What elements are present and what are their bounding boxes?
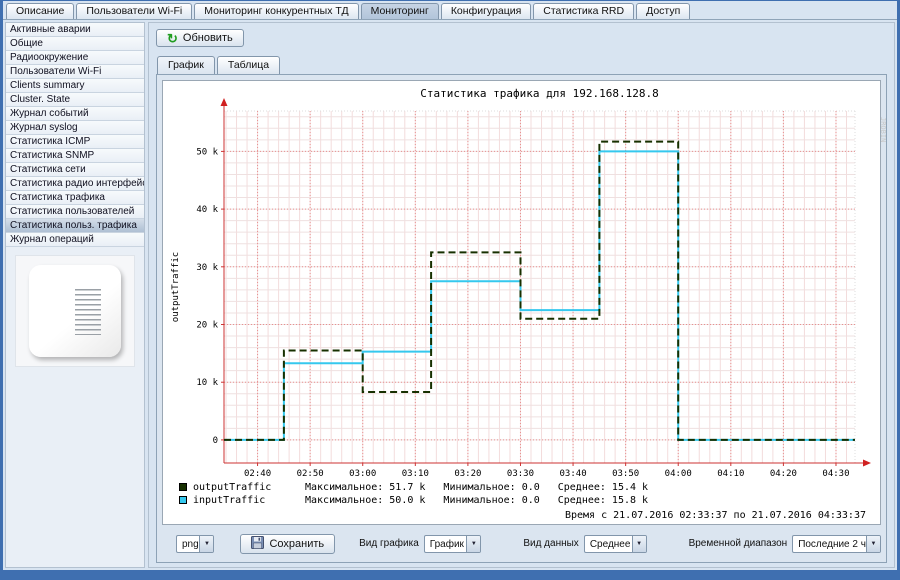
svg-text:03:40: 03:40	[560, 469, 587, 479]
refresh-button-label: Обновить	[183, 32, 233, 44]
chart-legend: outputTraffic Максимальное: 51.7 k Миним…	[179, 481, 876, 507]
legend-row-input: inputTraffic Максимальное: 50.0 k Минима…	[179, 494, 876, 507]
legend-max-value: Максимальное: 51.7 k	[305, 482, 425, 493]
legend-swatch-output	[179, 483, 187, 491]
graph-tab-content: 02:40 02:50 03:00 03:10 03:20 03:30 03:40 03:50…	[156, 74, 887, 564]
svg-text:04:20: 04:20	[770, 469, 797, 479]
sidebar-item-operations-log[interactable]: Журнал операций	[6, 233, 144, 247]
device-grille	[75, 289, 101, 335]
svg-text:0: 0	[213, 435, 218, 445]
sidebar-item-event-log[interactable]: Журнал событий	[6, 107, 144, 121]
sidebar-item-radio-interface-stats[interactable]: Статистика радио интерфейсов	[6, 177, 144, 191]
sidebar: Активные аварии Общие Радиоокружение Пол…	[5, 22, 145, 568]
chevron-down-icon[interactable]: ▼	[866, 536, 880, 552]
top-tab-description[interactable]: Описание	[6, 3, 74, 19]
svg-text:04:30: 04:30	[822, 469, 849, 479]
chevron-down-icon[interactable]: ▼	[466, 536, 480, 552]
time-range-label: Время с 21.07.2016 02:33:37 по 21.07.201…	[167, 507, 876, 521]
chevron-down-icon[interactable]: ▼	[632, 536, 646, 552]
top-tab-access[interactable]: Доступ	[636, 3, 690, 19]
top-tab-rrd-statistics[interactable]: Статистика RRD	[533, 3, 634, 19]
save-button-label: Сохранить	[269, 538, 324, 550]
tab-table[interactable]: Таблица	[217, 56, 280, 74]
save-icon	[251, 536, 264, 552]
data-kind-label: Вид данных	[523, 538, 579, 549]
sidebar-item-user-traffic-stats[interactable]: Статистика польз. трафика	[6, 219, 144, 233]
sidebar-item-network-stats[interactable]: Статистика сети	[6, 163, 144, 177]
legend-avg-value: Среднее: 15.4 k	[558, 482, 648, 493]
svg-text:03:20: 03:20	[454, 469, 481, 479]
sidebar-item-active-alarms[interactable]: Активные аварии	[6, 23, 144, 37]
chevron-down-icon[interactable]: ▼	[199, 536, 213, 552]
time-range-select-label: Временной диапазон	[689, 538, 788, 549]
main-panel: ↻ Обновить График Таблица 02:40 02:50 03:0…	[148, 22, 895, 568]
svg-text:04:10: 04:10	[717, 469, 744, 479]
sidebar-item-traffic-stats[interactable]: Статистика трафика	[6, 191, 144, 205]
legend-row-output: outputTraffic Максимальное: 51.7 k Миним…	[179, 481, 876, 494]
time-range-select[interactable]: Последние 2 часа ▼	[792, 535, 881, 553]
legend-min-value: Минимальное: 0.0	[443, 495, 539, 506]
svg-text:04:00: 04:00	[665, 469, 692, 479]
top-tab-wifi-users[interactable]: Пользователи Wi-Fi	[76, 3, 192, 19]
legend-max-value: Максимальное: 50.0 k	[305, 495, 425, 506]
top-tab-bar: Описание Пользователи Wi-Fi Мониторинг к…	[3, 1, 897, 20]
tab-graph[interactable]: График	[157, 56, 215, 74]
refresh-button[interactable]: ↻ Обновить	[156, 29, 244, 47]
graph-kind-label: Вид графика	[359, 538, 419, 549]
svg-text:03:30: 03:30	[507, 469, 534, 479]
export-controls: png ▼ Сохранить Вид графика График ▼	[162, 534, 881, 554]
sidebar-item-user-stats[interactable]: Статистика пользователей	[6, 205, 144, 219]
time-range-select-value: Последние 2 часа	[793, 536, 866, 552]
svg-text:03:00: 03:00	[349, 469, 376, 479]
svg-text:outputTraffic: outputTraffic	[171, 251, 181, 321]
toolbar: ↻ Обновить	[156, 29, 887, 48]
svg-text:03:10: 03:10	[402, 469, 429, 479]
format-select-value: png	[177, 536, 199, 552]
legend-swatch-input	[179, 496, 187, 504]
traffic-chart: 02:40 02:50 03:00 03:10 03:20 03:30 03:40 03:50…	[167, 83, 887, 481]
refresh-icon: ↻	[167, 33, 178, 44]
top-tab-monitoring[interactable]: Мониторинг	[361, 3, 439, 19]
sidebar-item-icmp-stats[interactable]: Статистика ICMP	[6, 135, 144, 149]
legend-avg-value: Среднее: 15.8 k	[558, 495, 648, 506]
svg-text:02:40: 02:40	[244, 469, 271, 479]
svg-text:40 k: 40 k	[196, 205, 218, 215]
content-area: Активные аварии Общие Радиоокружение Пол…	[3, 20, 897, 570]
app-window: Описание Пользователи Wi-Fi Мониторинг к…	[3, 1, 897, 570]
legend-series-name: inputTraffic	[193, 495, 305, 506]
save-button[interactable]: Сохранить	[240, 534, 335, 554]
sidebar-item-snmp-stats[interactable]: Статистика SNMP	[6, 149, 144, 163]
data-kind-select-value: Среднее	[585, 536, 632, 552]
svg-text:Статистика трафика для 192.168: Статистика трафика для 192.168.128.8	[420, 87, 658, 100]
format-select[interactable]: png ▼	[176, 535, 214, 553]
svg-text:20 k: 20 k	[196, 320, 218, 330]
legend-min-value: Минимальное: 0.0	[443, 482, 539, 493]
sidebar-item-general[interactable]: Общие	[6, 37, 144, 51]
svg-text:02:50: 02:50	[297, 469, 324, 479]
sidebar-item-syslog[interactable]: Журнал syslog	[6, 121, 144, 135]
view-tab-bar: График Таблица	[156, 56, 887, 74]
legend-series-name: outputTraffic	[193, 482, 305, 493]
data-kind-select[interactable]: Среднее ▼	[584, 535, 647, 553]
svg-text:10 k: 10 k	[196, 378, 218, 388]
svg-text:03:50: 03:50	[612, 469, 639, 479]
top-tab-configuration[interactable]: Конфигурация	[441, 3, 531, 19]
svg-text:JROBIN: JROBIN	[879, 117, 887, 142]
access-point-image	[29, 265, 121, 357]
svg-text:30 k: 30 k	[196, 262, 218, 272]
graph-kind-select[interactable]: График ▼	[424, 535, 482, 553]
svg-text:50 k: 50 k	[196, 147, 218, 157]
sidebar-item-cluster-state[interactable]: Cluster. State	[6, 93, 144, 107]
chart-box: 02:40 02:50 03:00 03:10 03:20 03:30 03:40 03:50…	[162, 80, 881, 525]
top-tab-competitor-ap-monitoring[interactable]: Мониторинг конкурентных ТД	[194, 3, 358, 19]
graph-kind-select-value: График	[425, 536, 467, 552]
sidebar-item-wifi-users[interactable]: Пользователи Wi-Fi	[6, 65, 144, 79]
device-photo	[15, 255, 135, 367]
sidebar-item-radio-environment[interactable]: Радиоокружение	[6, 51, 144, 65]
sidebar-item-clients-summary[interactable]: Clients summary	[6, 79, 144, 93]
